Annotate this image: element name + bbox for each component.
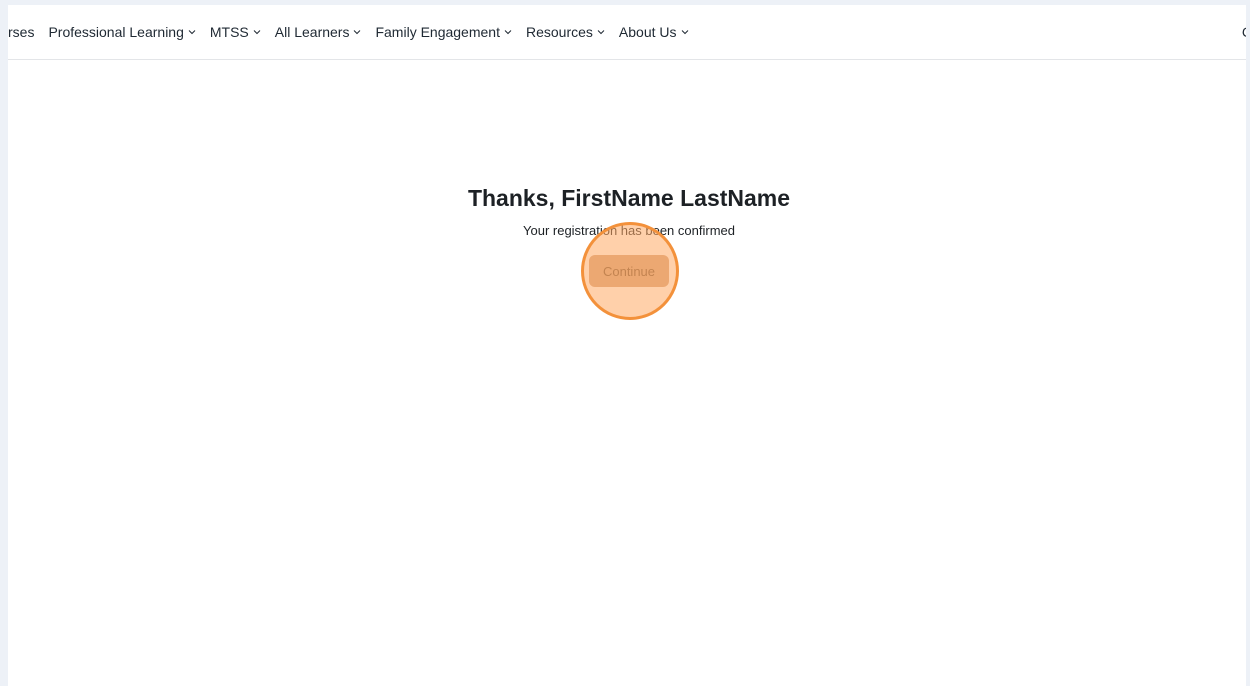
- confirmation-message: Your registration has been confirmed: [523, 223, 735, 238]
- chevron-down-icon: [188, 28, 196, 36]
- nav-item-label: MTSS: [209, 24, 249, 40]
- main-content: Thanks, FirstName LastName Your registra…: [8, 60, 1246, 686]
- chevron-down-icon: [353, 28, 361, 36]
- nav-item-mtss[interactable]: MTSS: [210, 24, 261, 40]
- page-title: Thanks, FirstName LastName: [467, 185, 791, 211]
- nav-item-about-us[interactable]: About Us: [619, 24, 689, 40]
- nav-item-label: All Learners: [274, 24, 350, 40]
- nav-item-professional-learning[interactable]: Professional Learning: [48, 24, 196, 40]
- nav-item-resources[interactable]: Resources: [526, 24, 605, 40]
- top-navigation: rses Professional Learning MTSS All Lear…: [8, 5, 1246, 60]
- continue-button[interactable]: Continue: [589, 255, 669, 287]
- nav-menu: rses Professional Learning MTSS All Lear…: [8, 5, 703, 59]
- nav-item-label: About Us: [618, 24, 677, 40]
- nav-item-family-engagement[interactable]: Family Engagement: [375, 24, 512, 40]
- chevron-down-icon: [253, 28, 261, 36]
- chevron-down-icon: [681, 28, 689, 36]
- nav-item-label: Resources: [525, 24, 593, 40]
- nav-item-courses[interactable]: rses: [8, 24, 34, 40]
- nav-item-label: rses: [8, 24, 35, 40]
- browser-viewport: rses Professional Learning MTSS All Lear…: [8, 5, 1246, 686]
- nav-item-label: Professional Learning: [48, 24, 184, 40]
- nav-right-label: C: [1242, 24, 1246, 40]
- nav-item-label: Family Engagement: [375, 24, 500, 40]
- chevron-down-icon: [597, 28, 605, 36]
- chevron-down-icon: [504, 28, 512, 36]
- nav-right-partial-item[interactable]: C: [1242, 5, 1246, 59]
- nav-item-all-learners[interactable]: All Learners: [275, 24, 362, 40]
